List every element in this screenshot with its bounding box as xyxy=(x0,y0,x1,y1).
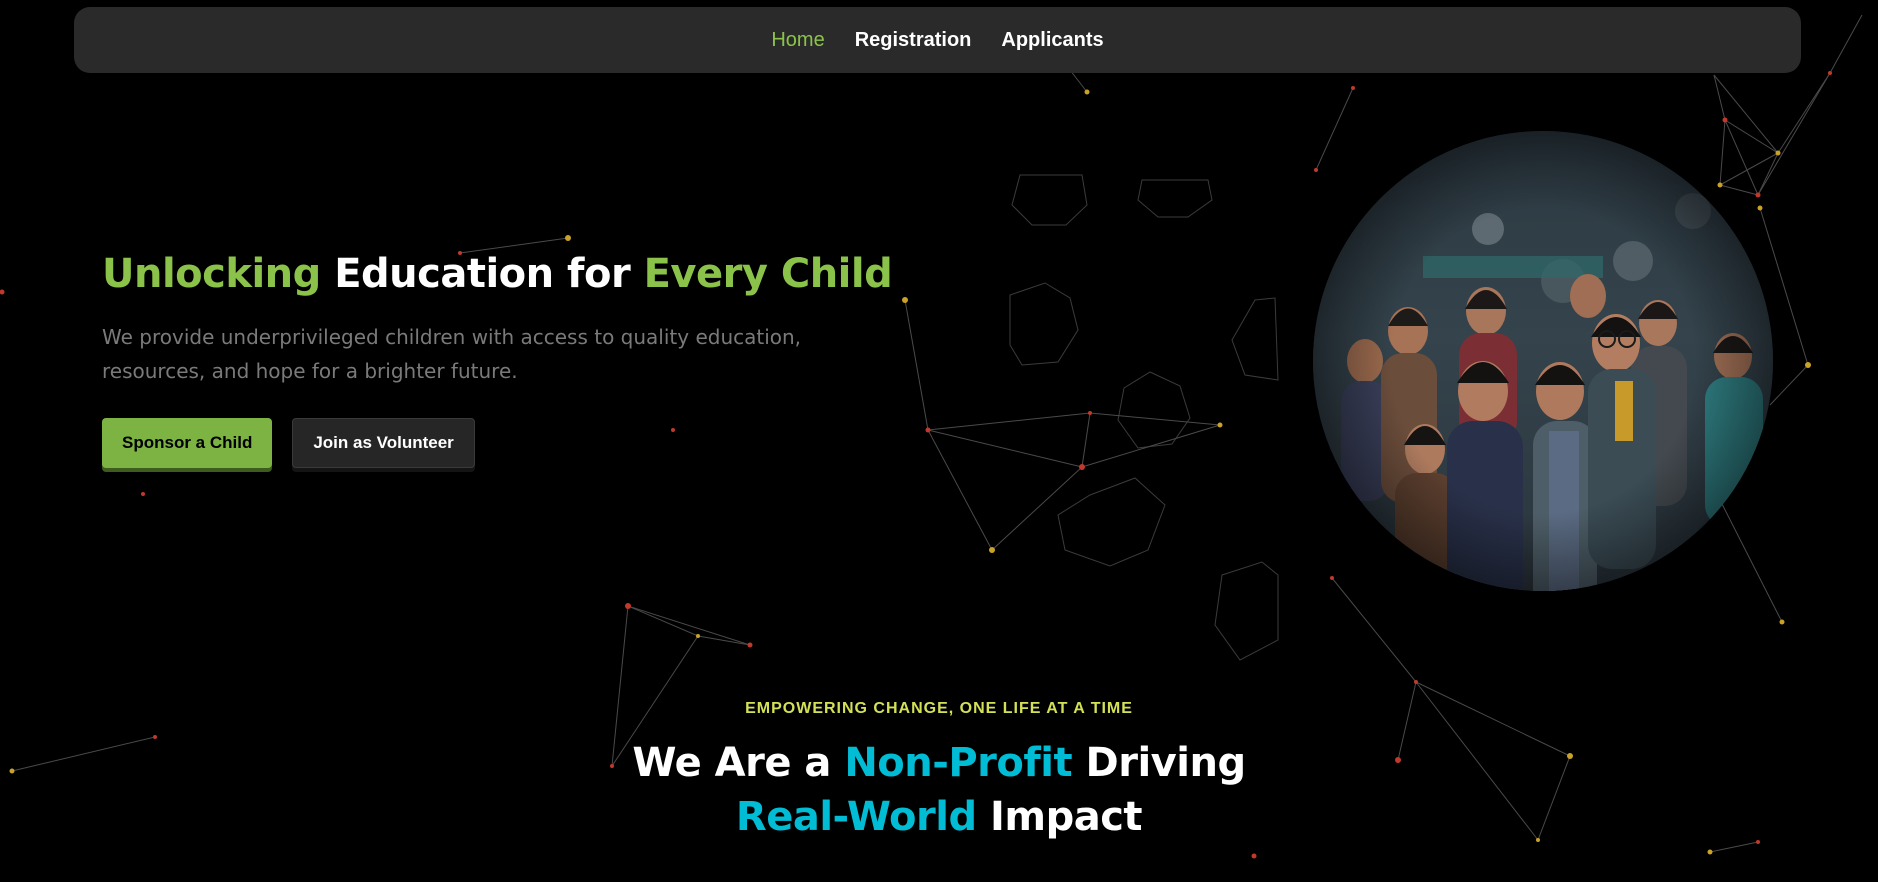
section-title-part-we-are: We Are a xyxy=(632,740,845,786)
hero-description: We provide underprivileged children with… xyxy=(102,325,802,383)
hero-title-middle: Education for xyxy=(320,251,644,297)
section-title: We Are a Non-Profit Driving Real-World Im… xyxy=(0,736,1878,844)
section-title-part-impact: Impact xyxy=(976,794,1143,840)
join-volunteer-button[interactable]: Join as Volunteer xyxy=(292,418,475,468)
hero-title-highlight-unlocking: Unlocking xyxy=(102,251,321,297)
nav-home-link[interactable]: Home xyxy=(771,29,824,52)
section-title-highlight-non-profit: Non-Profit xyxy=(844,740,1073,786)
sponsor-child-button[interactable]: Sponsor a Child xyxy=(102,418,273,468)
section-eyebrow: EMPOWERING CHANGE, ONE LIFE AT A TIME xyxy=(745,700,1133,717)
hero-button-row: Sponsor a Child Join as Volunteer xyxy=(102,418,922,468)
page: Home Registration Applicants Unlocking E… xyxy=(0,0,1878,882)
nav-registration-link[interactable]: Registration xyxy=(855,29,972,52)
hero-title-highlight-every-child: Every Child xyxy=(643,251,893,297)
section-title-highlight-real-world: Real-World xyxy=(735,794,977,840)
hero-section: Unlocking Education for Every Child We p… xyxy=(102,246,922,468)
hero-title: Unlocking Education for Every Child xyxy=(102,246,922,302)
mission-section: EMPOWERING CHANGE, ONE LIFE AT A TIME We… xyxy=(0,700,1878,844)
children-photo-illustration xyxy=(1313,131,1773,591)
section-title-part-driving: Driving xyxy=(1072,740,1247,786)
children-photo xyxy=(1313,131,1773,591)
nav-applicants-link[interactable]: Applicants xyxy=(1001,29,1103,52)
main-navbar: Home Registration Applicants xyxy=(74,7,1801,73)
